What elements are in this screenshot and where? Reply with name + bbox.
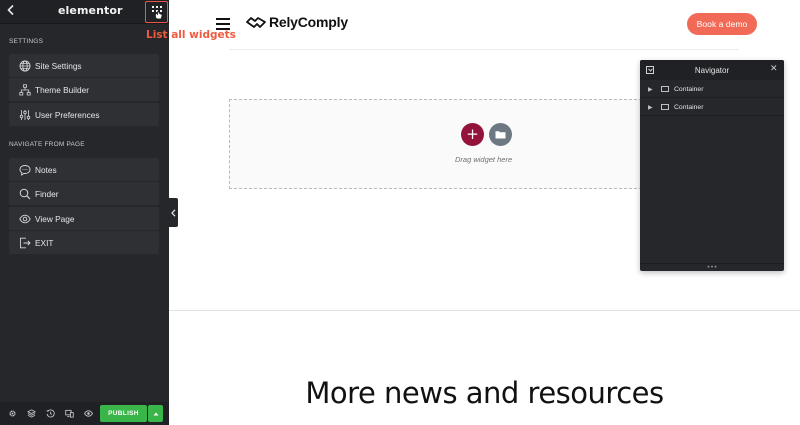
sliders-icon — [18, 108, 31, 121]
tutorial-annotation: List all widgets — [146, 29, 236, 41]
speech-bubble-icon — [18, 163, 31, 176]
caret-right-icon[interactable]: ▶ — [648, 104, 654, 111]
panel-header: elementor — [0, 0, 169, 24]
finder-item[interactable]: Finder — [9, 182, 159, 205]
caret-right-icon[interactable]: ▶ — [648, 86, 654, 93]
brand-logo[interactable]: RelyComply — [246, 14, 348, 30]
navigator-panel[interactable]: Navigator ✕ ▶ Container ▶ Container ••• — [640, 60, 784, 271]
container-icon — [661, 104, 669, 110]
publish-button[interactable]: PUBLISH — [100, 405, 147, 422]
elementor-panel: elementor SETTINGS Site Settings Theme B… — [0, 0, 169, 425]
menu-item-label: Finder — [35, 188, 59, 199]
drag-widget-hint: Drag widget here — [455, 155, 513, 164]
add-section-button[interactable]: + — [461, 123, 484, 146]
eye-icon — [18, 212, 31, 225]
theme-builder-item[interactable]: Theme Builder — [9, 78, 159, 101]
view-page-item[interactable]: View Page — [9, 207, 159, 230]
elementor-logo: elementor — [58, 4, 123, 17]
hamburger-menu-icon[interactable] — [216, 18, 231, 30]
section-headline: More news and resources — [305, 376, 664, 410]
editor-window: RelyComply Book a demo + Drag widget her… — [0, 0, 800, 425]
chevron-left-icon — [171, 208, 176, 217]
gear-icon[interactable] — [5, 407, 19, 421]
header-divider — [229, 49, 739, 50]
search-icon — [18, 187, 31, 200]
brand-name: RelyComply — [269, 14, 348, 30]
navigator-resize-handle[interactable]: ••• — [640, 263, 784, 271]
widgets-grid-button[interactable] — [145, 1, 168, 23]
globe-icon — [18, 59, 31, 72]
collapse-panel-tab[interactable] — [169, 198, 178, 227]
site-settings-item[interactable]: Site Settings — [9, 54, 159, 77]
widget-drop-area[interactable] — [229, 99, 642, 189]
exit-item[interactable]: EXIT — [9, 231, 159, 254]
navigator-header[interactable]: Navigator ✕ — [640, 60, 784, 80]
user-preferences-item[interactable]: User Preferences — [9, 103, 159, 126]
add-template-button[interactable] — [489, 123, 512, 146]
menu-item-label: View Page — [35, 213, 75, 224]
grid-icon — [151, 6, 162, 20]
plus-icon: + — [466, 125, 479, 143]
navigate-section-title: NAVIGATE FROM PAGE — [9, 141, 85, 148]
pointer-hand-icon — [154, 11, 162, 20]
responsive-icon[interactable] — [62, 407, 76, 421]
handshake-logo-icon — [246, 17, 266, 28]
menu-item-label: Theme Builder — [35, 84, 89, 95]
menu-item-label: Site Settings — [35, 60, 82, 71]
menu-item-label: Notes — [35, 164, 57, 175]
history-icon[interactable] — [43, 407, 57, 421]
settings-section-title: SETTINGS — [9, 38, 44, 45]
section-divider — [169, 310, 800, 311]
publish-options-button[interactable] — [148, 405, 163, 422]
back-arrow-icon[interactable] — [6, 4, 20, 20]
layers-icon[interactable] — [24, 407, 38, 421]
notes-item[interactable]: Notes — [9, 158, 159, 181]
sitemap-icon — [18, 83, 31, 96]
navigator-row[interactable]: ▶ Container — [640, 81, 784, 98]
navigator-row[interactable]: ▶ Container — [640, 99, 784, 116]
close-icon[interactable]: ✕ — [770, 64, 778, 74]
exit-icon — [18, 236, 31, 249]
caret-up-icon — [153, 412, 158, 415]
container-icon — [661, 86, 669, 92]
folder-icon — [495, 131, 506, 139]
menu-item-label: EXIT — [35, 237, 54, 248]
book-demo-button[interactable]: Book a demo — [687, 13, 757, 35]
preview-eye-icon[interactable] — [81, 407, 95, 421]
menu-item-label: User Preferences — [35, 109, 100, 120]
navigator-row-label: Container — [674, 103, 704, 111]
navigator-row-label: Container — [674, 85, 704, 93]
navigator-title: Navigator — [694, 65, 730, 75]
